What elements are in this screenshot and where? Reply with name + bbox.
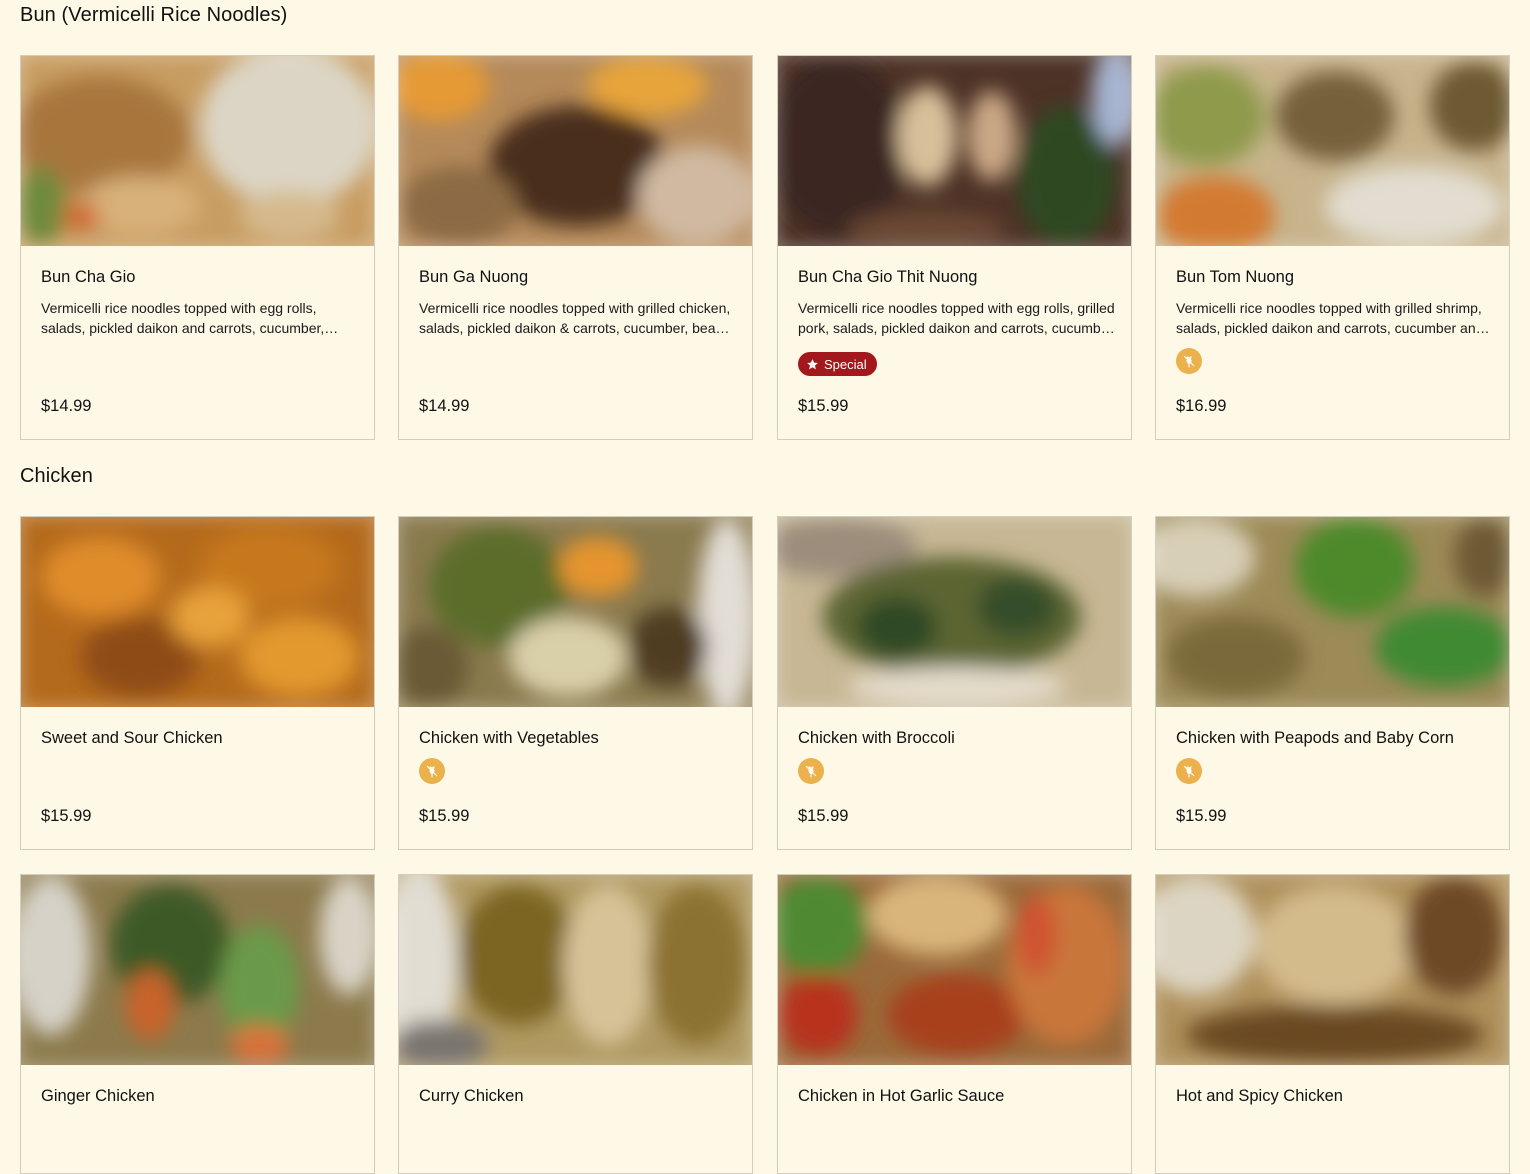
food-photo bbox=[778, 517, 1131, 707]
item-name: Chicken with Vegetables bbox=[419, 729, 599, 747]
item-name: Bun Ga Nuong bbox=[419, 268, 529, 286]
badge-label: Special bbox=[824, 356, 867, 372]
item-price: $15.99 bbox=[798, 807, 849, 825]
menu-item-card[interactable]: Bun Ga Nuong Vermicelli rice noodles top… bbox=[398, 55, 753, 440]
item-name: Chicken with Broccoli bbox=[798, 729, 955, 747]
menu-item-card[interactable]: Bun Cha Gio Thit Nuong Vermicelli rice n… bbox=[777, 55, 1132, 440]
item-name: Bun Tom Nuong bbox=[1176, 268, 1295, 286]
food-photo bbox=[1156, 875, 1509, 1065]
item-price: $16.99 bbox=[1176, 397, 1227, 415]
food-photo bbox=[1156, 517, 1509, 707]
item-price: $15.99 bbox=[419, 807, 470, 825]
item-name: Bun Cha Gio Thit Nuong bbox=[798, 268, 978, 286]
item-price: $15.99 bbox=[41, 807, 92, 825]
gluten-free-icon bbox=[1176, 758, 1202, 784]
section-title: Bun (Vermicelli Rice Noodles) bbox=[20, 4, 288, 26]
item-name: Curry Chicken bbox=[419, 1087, 524, 1105]
item-name: Hot and Spicy Chicken bbox=[1176, 1087, 1343, 1105]
item-name: Sweet and Sour Chicken bbox=[41, 729, 223, 747]
item-name: Chicken in Hot Garlic Sauce bbox=[798, 1087, 1005, 1105]
menu-item-card[interactable]: Ginger Chicken bbox=[20, 874, 375, 1174]
item-description: Vermicelli rice noodles topped with gril… bbox=[1176, 300, 1484, 336]
food-photo bbox=[21, 875, 374, 1065]
item-description: Vermicelli rice noodles topped with egg … bbox=[41, 300, 325, 336]
section-title: Chicken bbox=[20, 465, 93, 487]
food-photo bbox=[399, 875, 752, 1065]
menu-item-card[interactable]: Sweet and Sour Chicken $15.99 bbox=[20, 516, 375, 850]
food-photo bbox=[778, 875, 1131, 1065]
item-price: $14.99 bbox=[41, 397, 92, 415]
food-photo bbox=[21, 56, 374, 246]
item-price: $14.99 bbox=[419, 397, 470, 415]
menu-item-card[interactable]: Chicken in Hot Garlic Sauce bbox=[777, 874, 1132, 1174]
food-photo bbox=[399, 56, 752, 246]
menu-item-card[interactable]: Curry Chicken bbox=[398, 874, 753, 1174]
special-badge: Special bbox=[798, 352, 877, 376]
item-description: Vermicelli rice noodles topped with gril… bbox=[419, 300, 731, 336]
menu-item-card[interactable]: Bun Tom Nuong Vermicelli rice noodles to… bbox=[1155, 55, 1510, 440]
food-photo bbox=[399, 517, 752, 707]
menu-item-card[interactable]: Chicken with Vegetables $15.99 bbox=[398, 516, 753, 850]
food-photo bbox=[21, 517, 374, 707]
item-price: $15.99 bbox=[1176, 807, 1227, 825]
gluten-free-icon bbox=[798, 758, 824, 784]
menu-item-card[interactable]: Chicken with Peapods and Baby Corn $15.9… bbox=[1155, 516, 1510, 850]
item-price: $15.99 bbox=[798, 397, 849, 415]
item-name: Ginger Chicken bbox=[41, 1087, 155, 1105]
menu-item-card[interactable]: Chicken with Broccoli $15.99 bbox=[777, 516, 1132, 850]
gluten-free-icon bbox=[1176, 348, 1202, 374]
menu-item-card[interactable]: Bun Cha Gio Vermicelli rice noodles topp… bbox=[20, 55, 375, 440]
menu-item-card[interactable]: Hot and Spicy Chicken bbox=[1155, 874, 1510, 1174]
item-name: Bun Cha Gio bbox=[41, 268, 136, 286]
gluten-free-icon bbox=[419, 758, 445, 784]
item-description: Vermicelli rice noodles topped with egg … bbox=[798, 300, 1115, 336]
star-icon bbox=[807, 358, 818, 369]
item-name: Chicken with Peapods and Baby Corn bbox=[1176, 729, 1454, 747]
food-photo bbox=[778, 56, 1131, 246]
food-photo bbox=[1156, 56, 1509, 246]
